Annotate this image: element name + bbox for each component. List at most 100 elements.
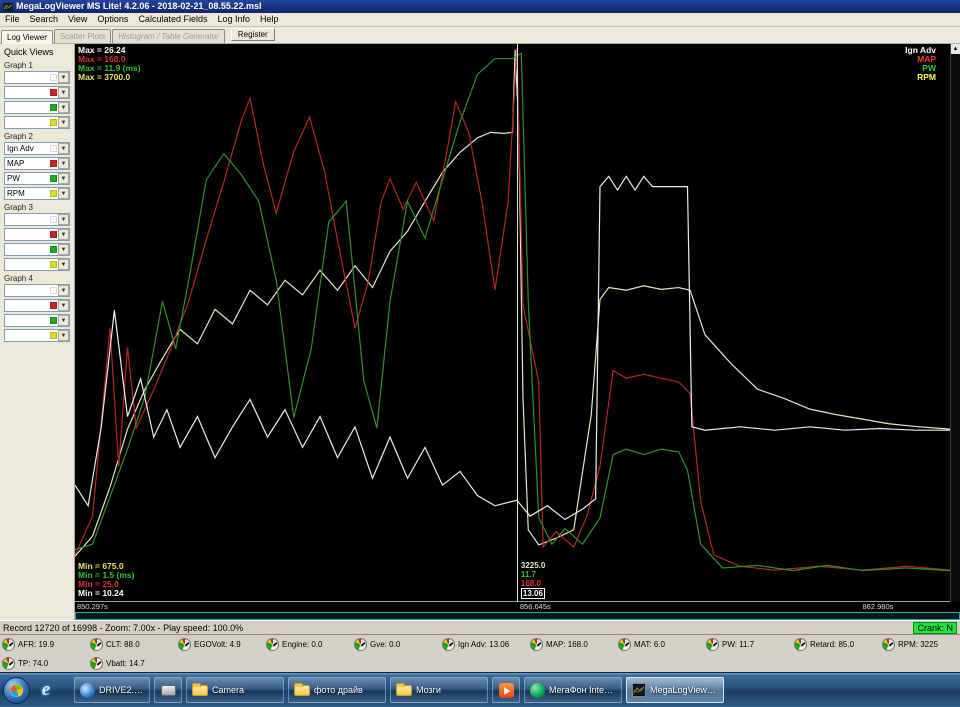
tab-bar: Log Viewer Scatter Plots Histogram / Tab… — [0, 27, 960, 44]
cursor-value: 13.06 — [520, 588, 545, 599]
chevron-down-icon[interactable]: ▼ — [58, 102, 69, 113]
gauge-dial-icon — [2, 657, 15, 670]
record-status-text: Record 12720 of 16998 - Zoom: 7.00x - Pl… — [3, 622, 244, 633]
app-icon — [3, 2, 13, 11]
main-content: Quick Views Graph 1 ▼ ▼ ▼ ▼ Graph 2 Ign … — [0, 44, 960, 620]
tab-scatter-plots: Scatter Plots — [53, 29, 112, 43]
app-window: MegaLogViewer MS Lite! 4.2.06 - 2018-02-… — [0, 0, 960, 707]
min-value-labels: Min = 675.0 Min = 1.5 (ms) Min = 25.0 Min =… — [78, 562, 134, 598]
menu-item[interactable]: Log Info — [212, 13, 255, 26]
cursor-value: 11.7 — [520, 570, 537, 579]
taskbar-item-printer[interactable] — [154, 677, 182, 703]
scroll-up-icon[interactable]: ▲ — [951, 44, 960, 54]
chevron-down-icon[interactable]: ▼ — [58, 300, 69, 311]
gauge-cell: Retard: 85.0 — [794, 638, 882, 651]
globe-icon — [80, 682, 95, 698]
taskbar-item-media-player[interactable] — [492, 677, 520, 703]
vertical-scrollbar[interactable]: ▲ — [950, 44, 960, 602]
series-combo[interactable]: PW ▼ — [4, 172, 70, 185]
series-combo[interactable]: ▼ — [4, 71, 70, 84]
gauge-value-label: EGOVolt: 4.9 — [194, 640, 241, 649]
printer-icon — [160, 684, 176, 696]
chevron-down-icon[interactable]: ▼ — [58, 72, 69, 83]
chevron-down-icon[interactable]: ▼ — [58, 173, 69, 184]
gauge-cell: EGOVolt: 4.9 — [178, 638, 266, 651]
taskbar-item-megalogviewer[interactable]: MegaLogViewer ... — [626, 677, 724, 703]
series-color-swatch — [50, 332, 57, 339]
series-combo[interactable]: ▼ — [4, 101, 70, 114]
gauge-value-label: MAT: 6.0 — [634, 640, 665, 649]
series-combo[interactable]: ▼ — [4, 243, 70, 256]
chevron-down-icon[interactable]: ▼ — [58, 315, 69, 326]
tab-histogram-table-generator: Histogram / Table Generator — [112, 29, 225, 43]
menu-item[interactable]: File — [0, 13, 25, 26]
series-color-swatch — [50, 261, 57, 268]
log-curves — [75, 44, 950, 601]
gauge-dial-icon — [442, 638, 455, 651]
series-combo[interactable]: ▼ — [4, 314, 70, 327]
gauge-value-label: CLT: 88.0 — [106, 640, 140, 649]
series-combo[interactable]: Ign Adv ▼ — [4, 142, 70, 155]
series-combo[interactable]: ▼ — [4, 116, 70, 129]
series-combo[interactable]: ▼ — [4, 228, 70, 241]
chart-plot-area[interactable]: Max = 26.24 Max = 168.0 Max = 11.9 (ms) Max… — [75, 44, 950, 602]
chevron-down-icon[interactable]: ▼ — [58, 143, 69, 154]
taskbar-item-camera[interactable]: Camera — [186, 677, 284, 703]
chevron-down-icon[interactable]: ▼ — [58, 87, 69, 98]
window-title: MegaLogViewer MS Lite! 4.2.06 - 2018-02-… — [16, 1, 262, 11]
gauge-dial-icon — [882, 638, 895, 651]
series-color-swatch — [50, 246, 57, 253]
gauge-value-label: TP: 74.0 — [18, 659, 49, 668]
tab-log-viewer[interactable]: Log Viewer — [1, 30, 53, 44]
chevron-down-icon[interactable]: ▼ — [58, 244, 69, 255]
graph-3-group: Graph 3 ▼ ▼ ▼ ▼ — [4, 203, 70, 271]
series-combo[interactable]: ▼ — [4, 299, 70, 312]
menu-item[interactable]: Search — [25, 13, 64, 26]
title-bar: MegaLogViewer MS Lite! 4.2.06 - 2018-02-… — [0, 0, 960, 13]
crank-status-badge: Crank: N — [913, 621, 957, 634]
gauge-dial-icon — [530, 638, 543, 651]
windows-start-icon — [8, 681, 25, 699]
gauge-value-label: MAP: 168.0 — [546, 640, 588, 649]
register-button[interactable]: Register — [230, 28, 275, 41]
menu-item[interactable]: Options — [92, 13, 133, 26]
series-combo[interactable]: ▼ — [4, 213, 70, 226]
chevron-down-icon[interactable]: ▼ — [58, 117, 69, 128]
max-label: Max = 3700.0 — [78, 72, 131, 82]
taskbar-item-drive2[interactable]: DRIVE2.RU - Goog... — [74, 677, 150, 703]
chevron-down-icon[interactable]: ▼ — [58, 285, 69, 296]
time-label-left: 850.297s — [77, 602, 108, 611]
series-combo[interactable]: ▼ — [4, 258, 70, 271]
series-combo[interactable]: MAP ▼ — [4, 157, 70, 170]
time-axis: 850.297s 856.645s 862.980s — [75, 602, 950, 612]
chevron-down-icon[interactable]: ▼ — [58, 188, 69, 199]
menu-item[interactable]: Calculated Fields — [133, 13, 212, 26]
series-combo[interactable]: ▼ — [4, 86, 70, 99]
gauge-dial-icon — [354, 638, 367, 651]
chart-cursor[interactable] — [516, 44, 518, 602]
chevron-down-icon[interactable]: ▼ — [58, 158, 69, 169]
max-value-labels: Max = 26.24 Max = 168.0 Max = 11.9 (ms) Max… — [78, 46, 141, 82]
chevron-down-icon[interactable]: ▼ — [58, 259, 69, 270]
series-combo[interactable]: ▼ — [4, 284, 70, 297]
quick-views-sidebar: Quick Views Graph 1 ▼ ▼ ▼ ▼ Graph 2 Ign … — [0, 44, 75, 620]
chevron-down-icon[interactable]: ▼ — [58, 229, 69, 240]
taskbar-item-megafon[interactable]: МегаФон Internet — [524, 677, 622, 703]
start-button[interactable] — [3, 676, 30, 704]
taskbar-item-mozgi[interactable]: Мозги — [390, 677, 488, 703]
menu-item[interactable]: View — [63, 13, 92, 26]
series-color-swatch — [50, 175, 57, 182]
menu-item[interactable]: Help — [255, 13, 284, 26]
internet-explorer-icon[interactable]: e — [34, 678, 58, 702]
series-combo[interactable]: ▼ — [4, 329, 70, 342]
timeline-scrollbar[interactable] — [75, 612, 960, 620]
series-combo[interactable]: RPM ▼ — [4, 187, 70, 200]
graph-1-label: Graph 1 — [4, 61, 33, 70]
chevron-down-icon[interactable]: ▼ — [58, 330, 69, 341]
gauge-cell: RPM: 3225 — [882, 638, 958, 651]
taskbar-item-foto-drive[interactable]: фото драйв — [288, 677, 386, 703]
gauge-cell: MAP: 168.0 — [530, 638, 618, 651]
legend-entry: RPM — [917, 72, 936, 82]
chevron-down-icon[interactable]: ▼ — [58, 214, 69, 225]
series-color-swatch — [50, 190, 57, 197]
